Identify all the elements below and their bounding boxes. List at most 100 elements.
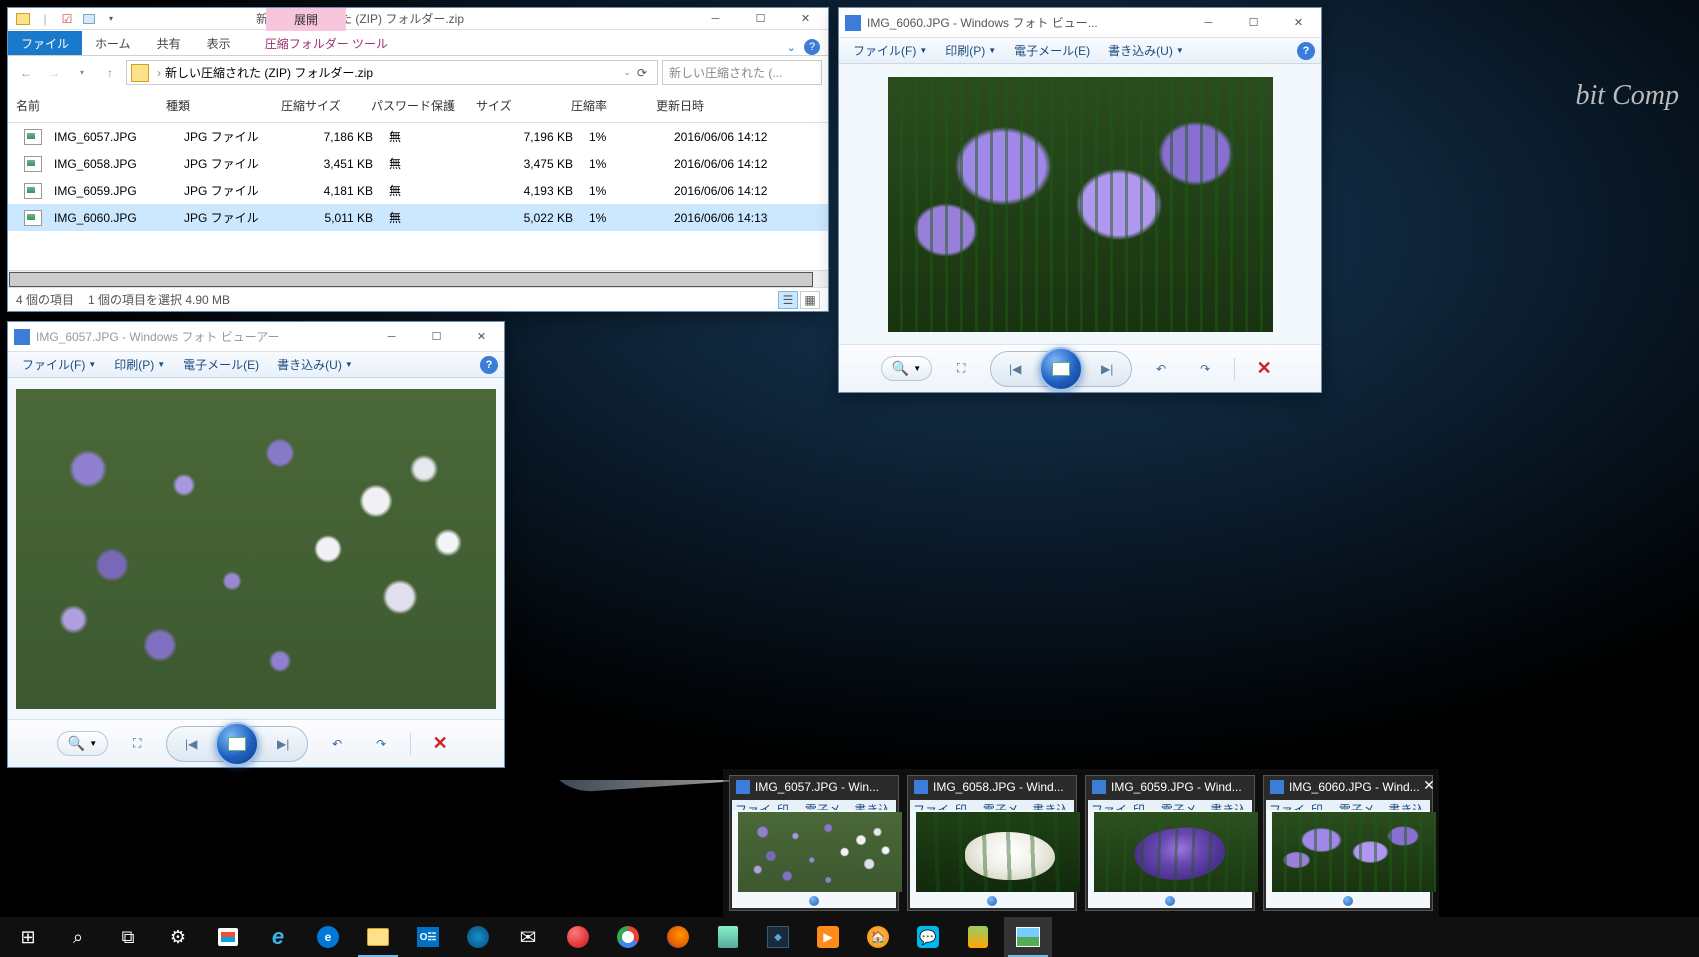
- qat-dropdown-icon[interactable]: ▾: [102, 10, 120, 28]
- col-password[interactable]: パスワード保護: [363, 93, 468, 118]
- search-input[interactable]: 新しい圧縮された (...: [662, 60, 822, 85]
- recent-dropdown[interactable]: ▾: [70, 61, 94, 85]
- firefox-icon[interactable]: [654, 917, 702, 957]
- help-icon[interactable]: ?: [1297, 42, 1315, 60]
- app-icon-2[interactable]: [954, 917, 1002, 957]
- thumbnail[interactable]: IMG_6060.JPG - Wind...ファイル(F)印刷(P)電子メール(…: [1263, 775, 1433, 911]
- chat-icon[interactable]: 💬: [904, 917, 952, 957]
- file-row[interactable]: IMG_6058.JPGJPG ファイル3,451 KB無3,475 KB1%2…: [8, 150, 828, 177]
- col-type[interactable]: 種類: [158, 93, 273, 118]
- col-ratio[interactable]: 圧縮率: [563, 93, 648, 118]
- col-compressed-size[interactable]: 圧縮サイズ: [273, 93, 363, 118]
- close-button[interactable]: ✕: [783, 4, 828, 34]
- rotate-cw-button[interactable]: ↷: [1190, 354, 1220, 384]
- explorer-taskbar-icon[interactable]: [354, 917, 402, 957]
- explorer-titlebar[interactable]: | ☑ ▾ 新しい圧縮された (ZIP) フォルダー.zip ─ ☐ ✕: [8, 8, 828, 30]
- thumbnail[interactable]: IMG_6058.JPG - Wind...ファイル(F)印刷(P)電子メール(…: [907, 775, 1077, 911]
- breadcrumb-dropdown-icon[interactable]: ⌄: [623, 67, 631, 78]
- image-area[interactable]: [8, 378, 504, 719]
- next-button[interactable]: ▶|: [261, 729, 305, 759]
- back-button[interactable]: ←: [14, 61, 38, 85]
- view-details-button[interactable]: ☰: [778, 291, 798, 309]
- fit-button[interactable]: ⛶: [122, 729, 152, 759]
- chrome-icon[interactable]: [604, 917, 652, 957]
- outlook-icon[interactable]: O☵: [404, 917, 452, 957]
- task-view-button[interactable]: ⧉: [104, 917, 152, 957]
- breadcrumb[interactable]: › 新しい圧縮された (ZIP) フォルダー.zip ⌄ ⟳: [126, 60, 658, 85]
- ribbon-expand-icon[interactable]: ⌄: [787, 41, 796, 54]
- ie-icon[interactable]: e: [254, 917, 302, 957]
- prev-button[interactable]: |◀: [169, 729, 213, 759]
- horizontal-scrollbar[interactable]: [8, 270, 828, 287]
- file-row[interactable]: IMG_6060.JPGJPG ファイル5,011 KB無5,022 KB1%2…: [8, 204, 828, 231]
- rotate-ccw-button[interactable]: ↶: [322, 729, 352, 759]
- col-date[interactable]: 更新日時: [648, 93, 798, 118]
- store-icon[interactable]: [204, 917, 252, 957]
- refresh-icon[interactable]: ⟳: [637, 66, 647, 80]
- thumbnail[interactable]: IMG_6057.JPG - Win...ファイル(F)印刷(P)電子メール(E…: [729, 775, 899, 911]
- thumbnail-title: IMG_6059.JPG - Wind...: [1086, 776, 1254, 798]
- forward-button[interactable]: →: [42, 61, 66, 85]
- rotate-ccw-button[interactable]: ↶: [1146, 354, 1176, 384]
- view-icons-button[interactable]: ▦: [800, 291, 820, 309]
- menu-write[interactable]: 書き込み(U)▼: [1100, 39, 1192, 62]
- minimize-button[interactable]: ─: [1186, 8, 1231, 38]
- menu-email[interactable]: 電子メール(E): [175, 353, 267, 376]
- help-icon[interactable]: ?: [480, 356, 498, 374]
- thumbnail-close-button[interactable]: ✕: [1417, 773, 1441, 797]
- menu-print[interactable]: 印刷(P)▼: [106, 353, 173, 376]
- prev-button[interactable]: |◀: [993, 354, 1037, 384]
- tab-file[interactable]: ファイル: [8, 31, 82, 55]
- opera-icon[interactable]: [554, 917, 602, 957]
- delete-button[interactable]: ✕: [1249, 354, 1279, 384]
- menu-write[interactable]: 書き込み(U)▼: [269, 353, 361, 376]
- zoom-control[interactable]: 🔍▼: [57, 731, 108, 756]
- menu-email[interactable]: 電子メール(E): [1006, 39, 1098, 62]
- next-button[interactable]: ▶|: [1085, 354, 1129, 384]
- close-button[interactable]: ✕: [1276, 8, 1321, 38]
- menu-print[interactable]: 印刷(P)▼: [937, 39, 1004, 62]
- photo-viewer-taskbar-icon[interactable]: [1004, 917, 1052, 957]
- file-row[interactable]: IMG_6059.JPGJPG ファイル4,181 KB無4,193 KB1%2…: [8, 177, 828, 204]
- close-button[interactable]: ✕: [459, 322, 504, 352]
- image-area[interactable]: [839, 64, 1321, 344]
- thunderbird-icon[interactable]: [454, 917, 502, 957]
- menu-file[interactable]: ファイル(F)▼: [845, 39, 935, 62]
- edge-icon[interactable]: e: [304, 917, 352, 957]
- minimize-button[interactable]: ─: [693, 4, 738, 34]
- maximize-button[interactable]: ☐: [738, 4, 783, 34]
- media-player-icon[interactable]: ▶: [804, 917, 852, 957]
- help-icon[interactable]: ?: [804, 39, 820, 55]
- fit-button[interactable]: ⛶: [946, 354, 976, 384]
- tab-compressed-tools[interactable]: 圧縮フォルダー ツール: [252, 31, 401, 55]
- settings-icon[interactable]: ⚙: [154, 917, 202, 957]
- new-folder-icon[interactable]: [80, 10, 98, 28]
- zoom-control[interactable]: 🔍▼: [881, 356, 932, 381]
- nav-pill: |◀ ▶|: [990, 351, 1132, 387]
- up-button[interactable]: ↑: [98, 61, 122, 85]
- pv-titlebar[interactable]: IMG_6060.JPG - Windows フォト ビュー... ─ ☐ ✕: [839, 8, 1321, 38]
- slideshow-button[interactable]: [215, 722, 259, 766]
- pv-titlebar[interactable]: IMG_6057.JPG - Windows フォト ビューアー ─ ☐ ✕: [8, 322, 504, 352]
- col-name[interactable]: 名前: [8, 93, 158, 118]
- mail-icon[interactable]: ✉: [504, 917, 552, 957]
- start-button[interactable]: ⊞: [4, 917, 52, 957]
- search-button[interactable]: ⌕: [54, 917, 102, 957]
- maximize-button[interactable]: ☐: [414, 322, 459, 352]
- tab-home[interactable]: ホーム: [82, 31, 144, 55]
- delete-button[interactable]: ✕: [425, 729, 455, 759]
- file-row[interactable]: IMG_6057.JPGJPG ファイル7,186 KB無7,196 KB1%2…: [8, 123, 828, 150]
- home-icon[interactable]: 🏠: [854, 917, 902, 957]
- thumbnail[interactable]: IMG_6059.JPG - Wind...ファイル(F)印刷(P)電子メール(…: [1085, 775, 1255, 911]
- maximize-button[interactable]: ☐: [1231, 8, 1276, 38]
- tab-view[interactable]: 表示: [194, 31, 244, 55]
- col-size[interactable]: サイズ: [468, 93, 563, 118]
- slideshow-button[interactable]: [1039, 347, 1083, 391]
- app-icon-1[interactable]: ◆: [754, 917, 802, 957]
- rotate-cw-button[interactable]: ↷: [366, 729, 396, 759]
- menu-file[interactable]: ファイル(F)▼: [14, 353, 104, 376]
- tab-share[interactable]: 共有: [144, 31, 194, 55]
- notes-icon[interactable]: [704, 917, 752, 957]
- properties-icon[interactable]: ☑: [58, 10, 76, 28]
- minimize-button[interactable]: ─: [369, 322, 414, 352]
